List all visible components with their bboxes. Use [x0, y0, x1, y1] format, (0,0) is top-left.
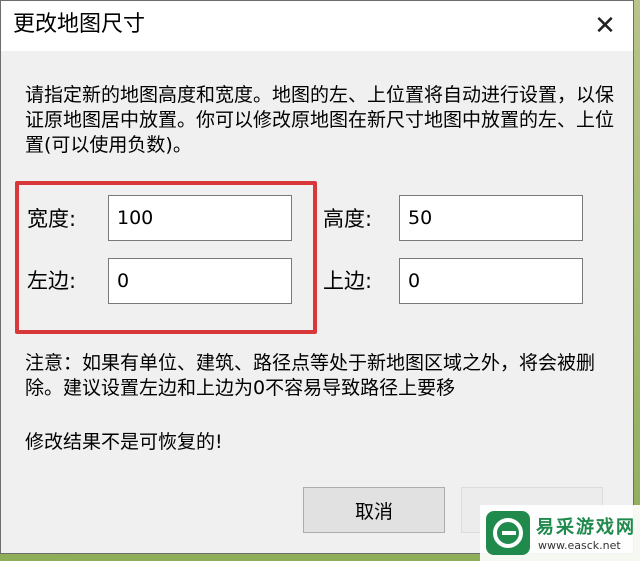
cancel-button-label: 取消	[354, 500, 393, 523]
watermark-name: 易采游戏网	[536, 517, 636, 538]
close-button[interactable]: ✕	[577, 1, 633, 51]
title-bar: 更改地图尺寸 ✕	[1, 1, 633, 51]
left-label: 左边:	[27, 269, 77, 293]
watermark: 易采游戏网 www.easck.net	[480, 505, 640, 561]
watermark-url: www.easck.net	[538, 539, 621, 552]
height-label: 高度:	[323, 207, 373, 231]
dialog-title: 更改地图尺寸	[13, 12, 146, 37]
height-input[interactable]	[399, 195, 583, 241]
top-label: 上边:	[323, 269, 373, 293]
cancel-button[interactable]: 取消	[303, 487, 445, 533]
top-input[interactable]	[399, 258, 583, 304]
note-text: 注意：如果有单位、建筑、路径点等处于新地图区域之外，将会被删除。建议设置左边和上…	[25, 352, 596, 399]
close-icon: ✕	[594, 11, 616, 41]
description-text: 请指定新的地图高度和宽度。地图的左、上位置将自动进行设置，以保证原地图居中放置。…	[25, 84, 615, 156]
warning-text: 修改结果不是可恢复的!	[25, 431, 223, 453]
watermark-logo-icon	[486, 511, 530, 555]
width-input[interactable]	[108, 195, 292, 241]
left-input[interactable]	[108, 258, 292, 304]
width-label: 宽度:	[27, 207, 77, 231]
resize-map-dialog: 更改地图尺寸 ✕ 请指定新的地图高度和宽度。地图的左、上位置将自动进行设置，以保…	[0, 0, 634, 554]
